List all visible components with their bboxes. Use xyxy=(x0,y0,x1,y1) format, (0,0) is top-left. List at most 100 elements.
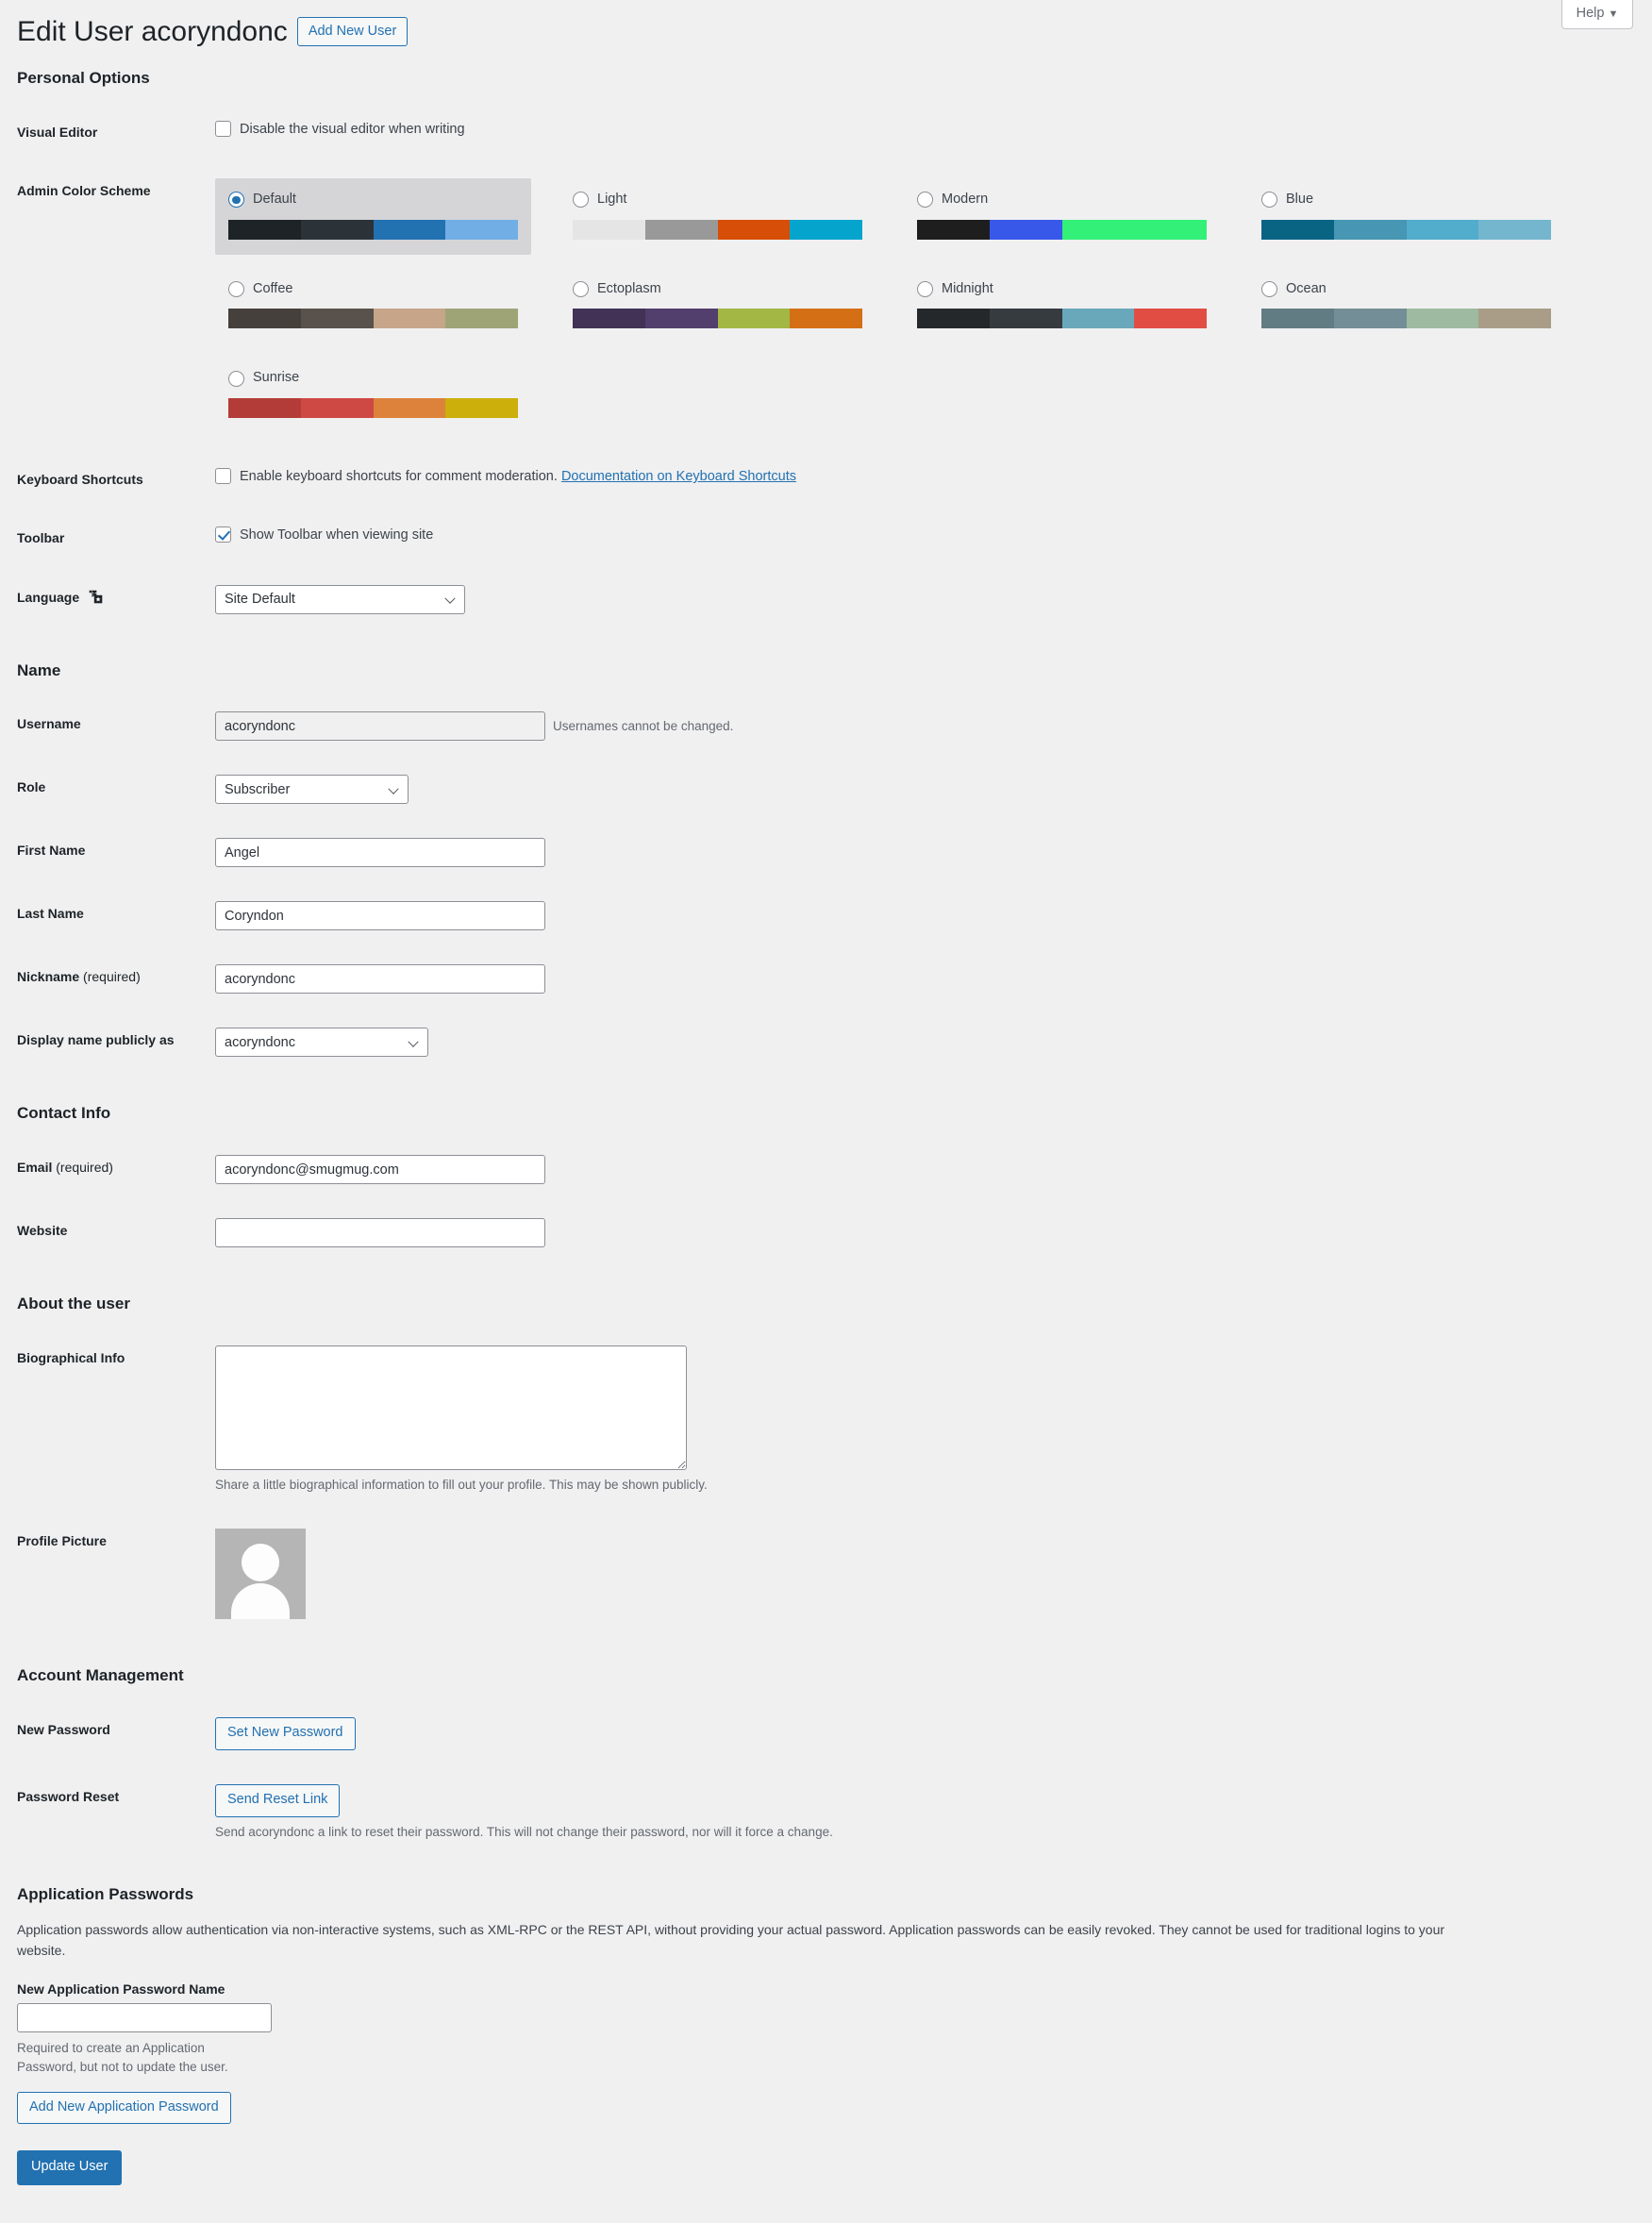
color-scheme-radio-blue[interactable] xyxy=(1261,192,1277,209)
page-wrap: Edit User acoryndonc Add New User Person… xyxy=(0,0,1652,2223)
color-scheme-option-coffee[interactable]: Coffee xyxy=(215,268,531,344)
help-tab-label: Help xyxy=(1576,6,1605,21)
color-scheme-option-default[interactable]: Default xyxy=(215,177,531,255)
color-scheme-radio-modern[interactable] xyxy=(917,192,933,209)
color-scheme-name: Ectoplasm xyxy=(597,280,661,296)
color-scheme-radio-midnight[interactable] xyxy=(917,281,933,298)
help-tab-container: Help ▼ xyxy=(1561,0,1633,29)
password-reset-field: Send Reset Link Send acoryndonc a link t… xyxy=(206,1767,1652,1859)
update-user-button[interactable]: Update User xyxy=(17,2150,123,2185)
language-select-wrap: Site Default xyxy=(215,584,465,614)
color-scheme-grid: Default Light Modern Blue Coffee Ectoplasm Mid… xyxy=(215,177,1564,433)
send-reset-link-button[interactable]: Send Reset Link xyxy=(215,1783,341,1817)
color-swatch-1 xyxy=(644,309,718,329)
color-scheme-radio-light[interactable] xyxy=(573,192,589,209)
username-label: Username xyxy=(17,716,81,732)
color-swatch-0 xyxy=(228,398,301,419)
color-scheme-radio-sunrise[interactable] xyxy=(228,370,244,387)
new-application-password-name-input[interactable] xyxy=(17,2003,272,2033)
help-tab-button[interactable]: Help ▼ xyxy=(1561,0,1633,29)
translation-icon xyxy=(88,589,104,609)
color-swatch-1 xyxy=(644,219,718,240)
color-swatch-2 xyxy=(373,309,446,329)
toolbar-checkbox-row[interactable]: Show Toolbar when viewing site xyxy=(215,526,1643,546)
last-name-input[interactable] xyxy=(215,901,545,931)
color-swatch-2 xyxy=(373,398,446,419)
visual-editor-checkbox-row[interactable]: Disable the visual editor when writing xyxy=(215,120,1643,141)
keyboard-shortcuts-doc-link[interactable]: Documentation on Keyboard Shortcuts xyxy=(561,469,796,484)
color-scheme-option-head: Modern xyxy=(917,190,1207,210)
color-swatch-1 xyxy=(989,219,1062,240)
role-label: Role xyxy=(17,779,46,795)
language-row: Language Site Default xyxy=(17,568,1652,631)
color-scheme-radio-ocean[interactable] xyxy=(1261,281,1277,298)
color-scheme-name: Ocean xyxy=(1286,280,1327,296)
language-select[interactable]: Site Default xyxy=(215,584,465,614)
keyboard-shortcuts-checkbox-label[interactable]: Enable keyboard shortcuts for comment mo… xyxy=(240,467,796,488)
website-input[interactable] xyxy=(215,1218,545,1248)
email-label: Email (required) xyxy=(17,1138,206,1201)
email-field xyxy=(206,1138,1652,1201)
display-name-select[interactable]: acoryndonc xyxy=(215,1028,428,1058)
new-application-password-name-label: New Application Password Name xyxy=(17,1981,225,1997)
color-scheme-swatches xyxy=(228,309,518,329)
biographical-info-textarea[interactable] xyxy=(215,1346,687,1470)
page-title-row: Edit User acoryndonc Add New User xyxy=(17,13,1652,50)
color-scheme-option-blue[interactable]: Blue xyxy=(1248,178,1564,255)
new-application-password-name-description: Required to create an Application Passwo… xyxy=(17,2041,228,2074)
keyboard-shortcuts-checkbox[interactable] xyxy=(215,468,231,485)
contact-info-heading: Contact Info xyxy=(17,1104,111,1123)
biographical-info-description: Share a little biographical information … xyxy=(215,1478,708,1492)
first-name-label: First Name xyxy=(17,843,86,859)
display-name-field: acoryndonc xyxy=(206,1011,1652,1074)
email-input[interactable] xyxy=(215,1155,545,1185)
color-scheme-option-midnight[interactable]: Midnight xyxy=(904,268,1220,344)
color-scheme-radio-ectoplasm[interactable] xyxy=(573,281,589,298)
toolbar-checkbox-label[interactable]: Show Toolbar when viewing site xyxy=(240,526,433,546)
first-name-row: First Name xyxy=(17,821,1652,884)
color-swatch-0 xyxy=(1261,309,1334,329)
color-scheme-option-ocean[interactable]: Ocean xyxy=(1248,268,1564,344)
add-new-user-button[interactable]: Add New User xyxy=(296,16,409,47)
nickname-input[interactable] xyxy=(215,964,545,994)
color-swatch-3 xyxy=(1134,219,1207,240)
display-name-select-wrap: acoryndonc xyxy=(215,1028,428,1058)
application-passwords-section: Application Passwords Application passwo… xyxy=(17,1883,1489,2125)
keyboard-shortcuts-checkbox-row[interactable]: Enable keyboard shortcuts for comment mo… xyxy=(215,467,1643,488)
application-passwords-heading: Application Passwords xyxy=(17,1884,194,1903)
color-swatch-1 xyxy=(300,309,374,329)
visual-editor-checkbox-label[interactable]: Disable the visual editor when writing xyxy=(240,120,465,141)
color-scheme-option-head: Ocean xyxy=(1261,279,1551,300)
nickname-label: Nickname (required) xyxy=(17,947,206,1011)
role-select-wrap: Subscriber xyxy=(215,775,409,805)
color-scheme-option-head: Midnight xyxy=(917,279,1207,300)
color-scheme-name: Modern xyxy=(942,191,989,207)
color-scheme-option-sunrise[interactable]: Sunrise xyxy=(215,357,531,433)
add-new-application-password-button[interactable]: Add New Application Password xyxy=(17,2091,231,2125)
about-user-heading: About the user xyxy=(17,1295,130,1313)
username-input xyxy=(215,711,545,742)
color-swatch-2 xyxy=(717,309,791,329)
color-scheme-option-head: Ectoplasm xyxy=(573,279,862,300)
personal-options-heading: Personal Options xyxy=(17,69,150,87)
color-swatch-2 xyxy=(1406,219,1479,240)
first-name-input[interactable] xyxy=(215,838,545,868)
visual-editor-checkbox[interactable] xyxy=(215,120,231,137)
last-name-label: Last Name xyxy=(17,906,84,922)
color-swatch-3 xyxy=(790,309,862,329)
color-scheme-radio-coffee[interactable] xyxy=(228,281,244,298)
nickname-required-note: (required) xyxy=(83,969,141,985)
color-swatch-3 xyxy=(445,309,518,329)
color-scheme-option-light[interactable]: Light xyxy=(559,178,876,255)
admin-color-scheme-field: Default Light Modern Blue Coffee Ectoplasm Mid… xyxy=(206,161,1652,450)
color-scheme-option-ectoplasm[interactable]: Ectoplasm xyxy=(559,268,876,344)
profile-picture-label: Profile Picture xyxy=(17,1533,107,1549)
email-required-note: (required) xyxy=(56,1160,113,1176)
role-select[interactable]: Subscriber xyxy=(215,775,409,805)
set-new-password-button[interactable]: Set New Password xyxy=(215,1717,356,1750)
color-scheme-radio-default[interactable] xyxy=(228,192,244,209)
toolbar-checkbox[interactable] xyxy=(215,526,231,543)
account-management-table: New Password Set New Password Password R… xyxy=(17,1700,1652,1859)
application-passwords-intro: Application passwords allow authenticati… xyxy=(17,1921,1445,1958)
color-scheme-option-modern[interactable]: Modern xyxy=(904,178,1220,255)
